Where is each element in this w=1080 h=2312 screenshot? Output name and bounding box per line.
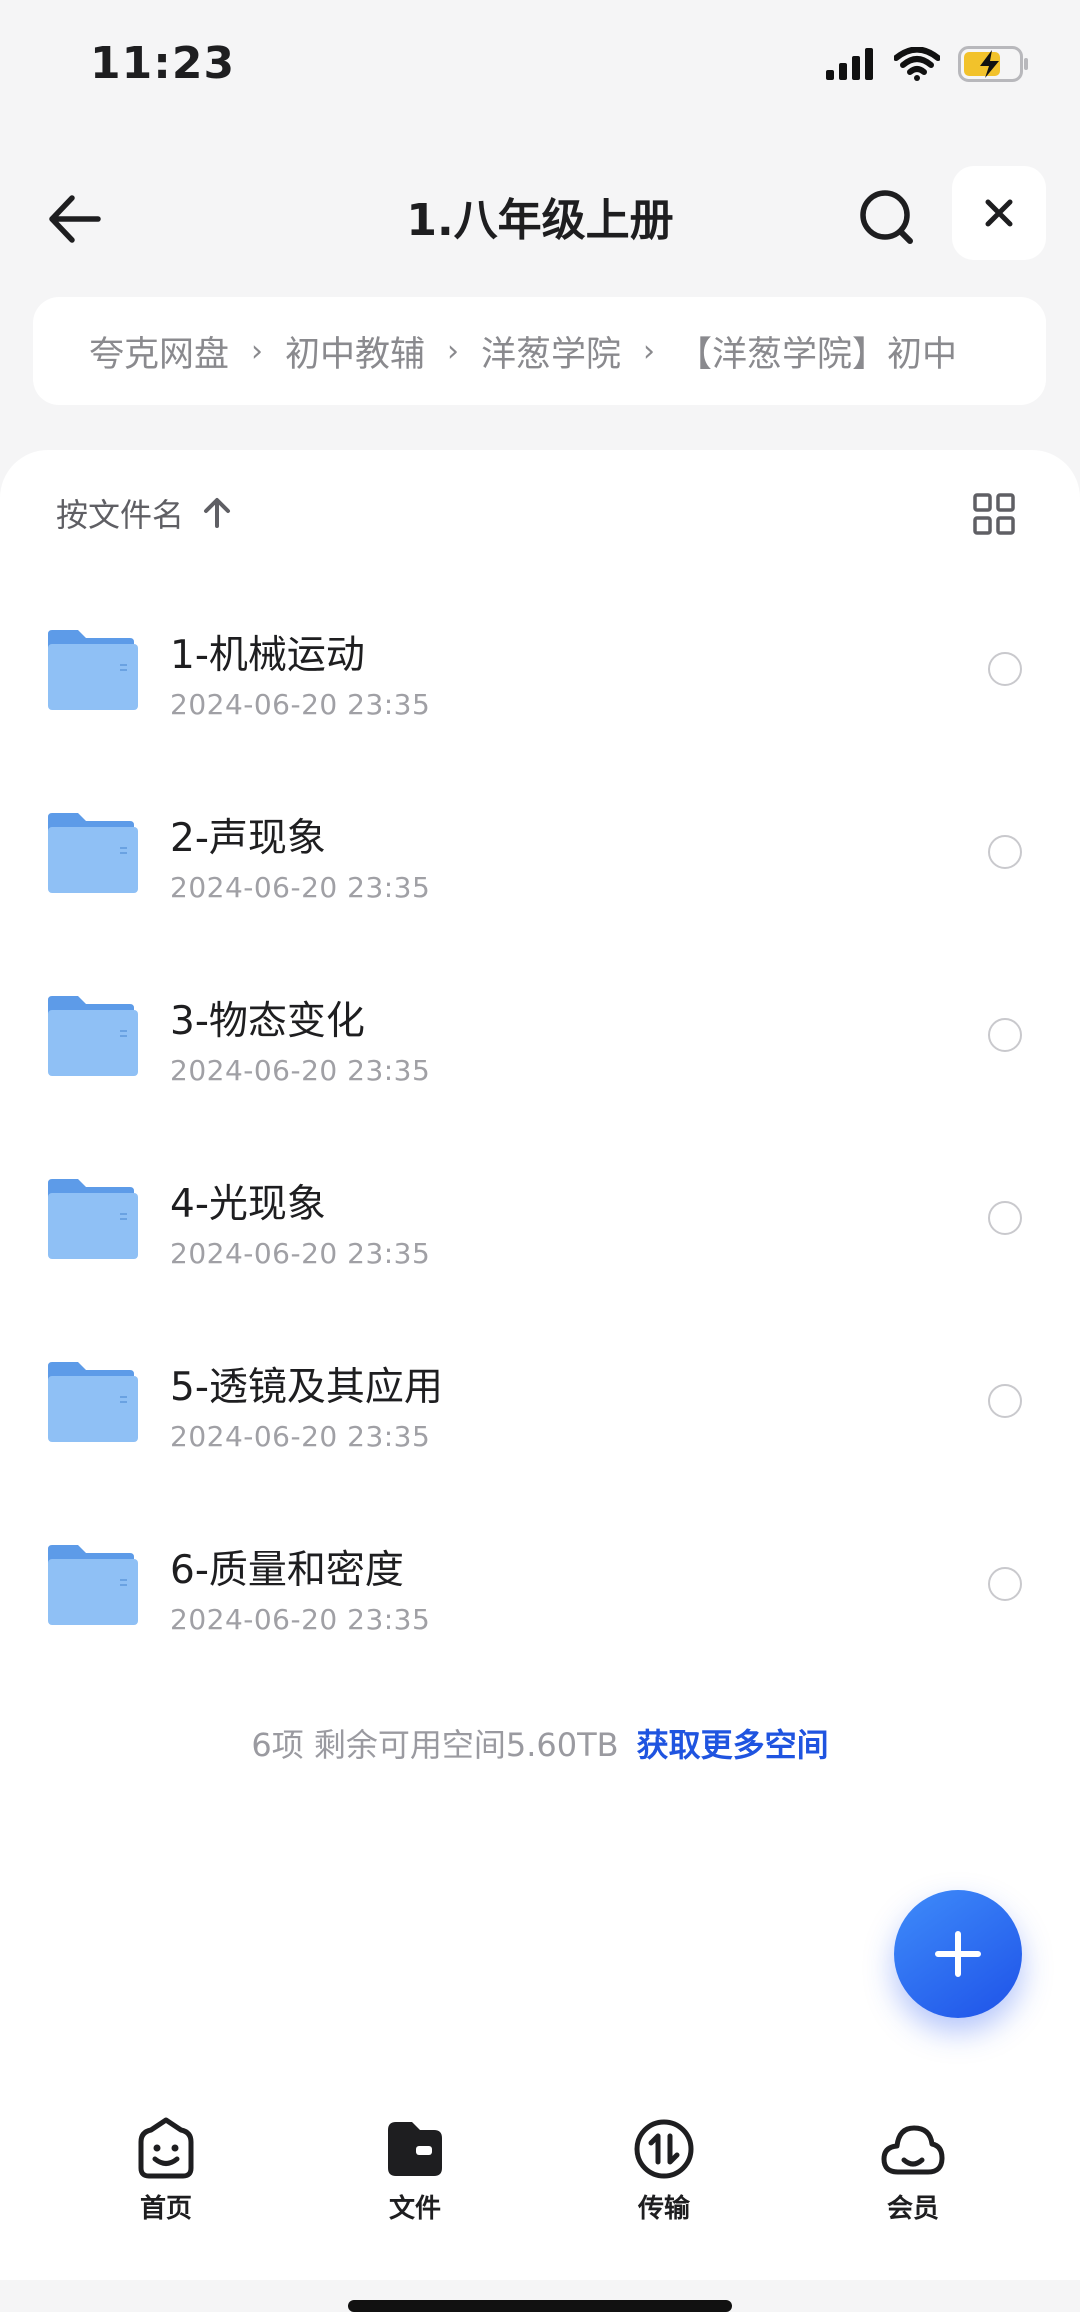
sort-label: 按文件名 (56, 496, 185, 534)
file-date: 2024-06-20 23:35 (170, 871, 431, 904)
breadcrumb-separator: › (251, 333, 264, 369)
breadcrumb-separator: › (447, 333, 460, 369)
breadcrumb-item[interactable]: 初中教辅 (285, 326, 425, 377)
breadcrumb-fade (976, 297, 1046, 405)
file-name: 2-声现象 (170, 816, 326, 861)
cloud-icon (881, 2125, 945, 2175)
grid-view-icon (973, 493, 1015, 535)
nav-item-membership[interactable]: 会员 (833, 2116, 993, 2225)
storage-summary: 6项 剩余可用空间5.60TB 获取更多空间 (0, 1720, 1080, 1766)
list-item[interactable]: 2-声现象 2024-06-20 23:35 (0, 761, 1080, 944)
grid-view-button[interactable] (972, 492, 1016, 536)
select-radio[interactable] (988, 652, 1022, 686)
close-button[interactable] (952, 166, 1046, 260)
nav-label: 文件 (388, 2194, 441, 2224)
list-item[interactable]: 5-透镜及其应用 2024-06-20 23:35 (0, 1310, 1080, 1493)
select-radio[interactable] (988, 1018, 1022, 1052)
file-date: 2024-06-20 23:35 (170, 1237, 431, 1270)
file-date: 2024-06-20 23:35 (170, 1420, 431, 1453)
folder-icon (48, 1545, 138, 1625)
folder-icon (48, 813, 138, 893)
list-item[interactable]: 4-光现象 2024-06-20 23:35 (0, 1127, 1080, 1310)
nav-item-files[interactable]: 文件 (335, 2116, 495, 2225)
file-date: 2024-06-20 23:35 (170, 688, 431, 721)
file-name: 3-物态变化 (170, 999, 365, 1044)
transfer-icon (634, 2119, 694, 2179)
file-list: 1-机械运动 2024-06-20 23:35 2-声现象 2024-06-20… (0, 578, 1080, 1676)
select-radio[interactable] (988, 835, 1022, 869)
folder-icon (48, 1362, 138, 1442)
nav-label: 会员 (886, 2194, 939, 2224)
folder-icon (48, 996, 138, 1076)
get-more-space-link[interactable]: 获取更多空间 (637, 1726, 829, 1764)
item-count-space: 6项 剩余可用空间5.60TB (251, 1726, 619, 1764)
status-bar: 11:23 (0, 0, 1080, 130)
search-button[interactable] (852, 182, 922, 252)
battery-charging-icon (958, 46, 1028, 82)
file-name: 6-质量和密度 (170, 1548, 404, 1593)
top-bar: 1.八年级上册 (0, 160, 1080, 270)
home-indicator (348, 2300, 732, 2312)
file-name: 4-光现象 (170, 1182, 326, 1227)
select-radio[interactable] (988, 1201, 1022, 1235)
select-radio[interactable] (988, 1384, 1022, 1418)
add-button[interactable] (894, 1890, 1022, 2018)
list-item[interactable]: 6-质量和密度 2024-06-20 23:35 (0, 1493, 1080, 1676)
close-icon (985, 199, 1013, 227)
status-time: 11:23 (90, 38, 236, 89)
file-date: 2024-06-20 23:35 (170, 1054, 431, 1087)
status-icons (826, 46, 1030, 82)
folder-tab-icon (388, 2122, 442, 2176)
select-radio[interactable] (988, 1567, 1022, 1601)
file-name: 5-透镜及其应用 (170, 1365, 443, 1410)
plus-icon (935, 1931, 981, 1977)
breadcrumb-item[interactable]: 洋葱学院 (481, 326, 621, 377)
folder-icon (48, 1179, 138, 1259)
breadcrumb-separator: › (643, 333, 656, 369)
folder-icon (48, 630, 138, 710)
bottom-nav: 首页 文件 传输 会员 (0, 2100, 1080, 2280)
nav-label: 传输 (637, 2194, 690, 2224)
breadcrumb-item-root[interactable]: 夸克网盘 (89, 326, 229, 377)
nav-item-transfer[interactable]: 传输 (584, 2116, 744, 2225)
file-date: 2024-06-20 23:35 (170, 1603, 431, 1636)
wifi-icon (894, 47, 940, 81)
nav-item-home[interactable]: 首页 (86, 2116, 246, 2225)
breadcrumb-item-current[interactable]: 【洋葱学院】初中 (677, 326, 957, 377)
signal-icon (826, 48, 873, 80)
arrow-up-icon (204, 498, 231, 528)
list-item[interactable]: 1-机械运动 2024-06-20 23:35 (0, 578, 1080, 761)
sort-control[interactable]: 按文件名 (56, 490, 232, 536)
file-name: 1-机械运动 (170, 633, 365, 678)
breadcrumb[interactable]: 夸克网盘 › 初中教辅 › 洋葱学院 › 【洋葱学院】初中 (33, 297, 1046, 405)
nav-label: 首页 (139, 2194, 192, 2224)
list-item[interactable]: 3-物态变化 2024-06-20 23:35 (0, 944, 1080, 1127)
search-icon (860, 190, 913, 244)
smile-home-icon (138, 2117, 194, 2179)
